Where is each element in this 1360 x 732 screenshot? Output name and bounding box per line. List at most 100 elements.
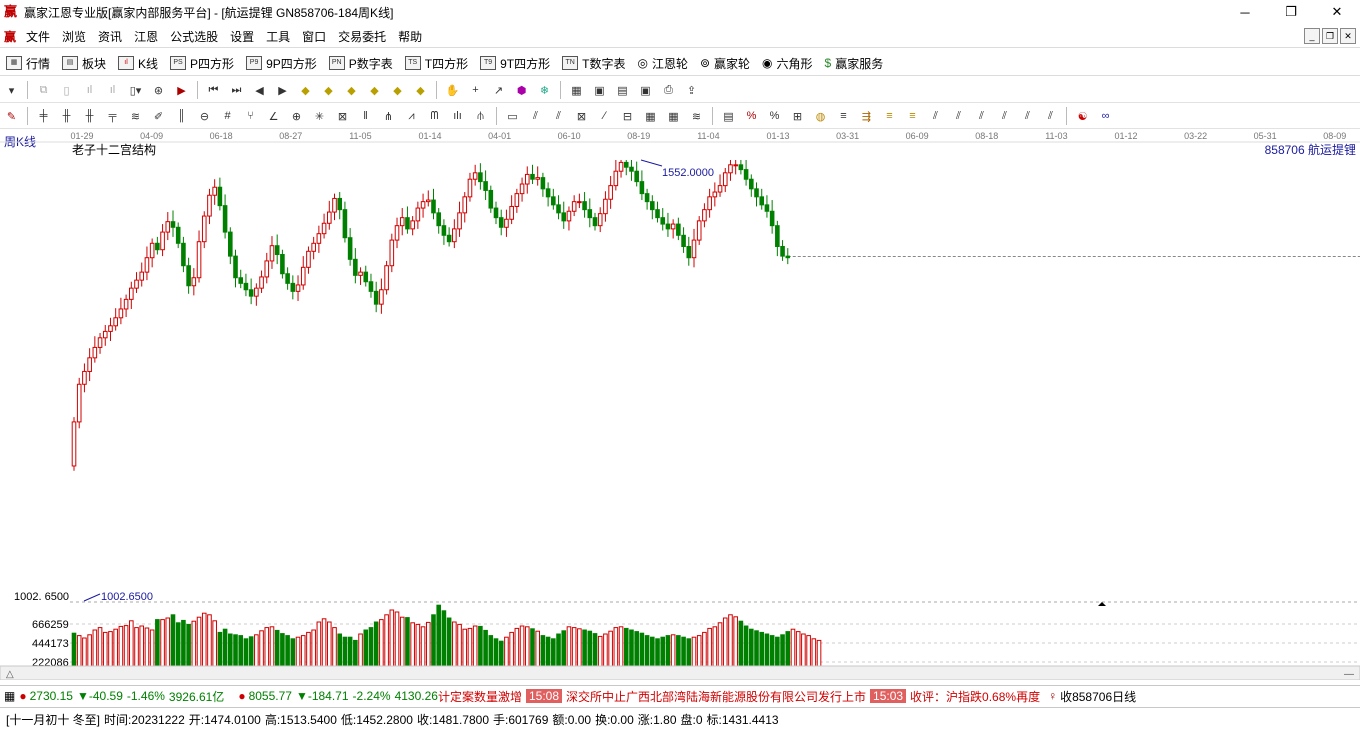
menu-window[interactable]: 窗口: [296, 28, 332, 45]
tb-p-number-button[interactable]: PN P数字表: [323, 55, 399, 72]
diamond6-icon[interactable]: ◆: [412, 82, 430, 98]
mdi-minimize-button[interactable]: _: [1304, 28, 1320, 44]
line-icon[interactable]: ∕: [596, 108, 614, 124]
percent-slash-icon[interactable]: %: [743, 108, 761, 124]
menu-formula-select[interactable]: 公式选股: [164, 28, 224, 45]
tb-quotes-button[interactable]: ▦ 行情: [0, 55, 56, 72]
minimize-button[interactable]: ─: [1222, 0, 1268, 24]
tb-sector-button[interactable]: ▤ 板块: [56, 55, 112, 72]
index-grid-icon[interactable]: ▦: [4, 689, 15, 703]
tb-t-square-button[interactable]: TS T四方形: [399, 55, 474, 72]
slope5-icon[interactable]: ⫽: [1019, 108, 1037, 124]
grid2-icon[interactable]: ╫: [58, 108, 76, 124]
trend-icon[interactable]: ↗: [490, 82, 508, 98]
news-item-2[interactable]: 深交所中止广西北部湾陆海新能源股份有限公司发行上市: [566, 688, 866, 705]
tb-9p-square-button[interactable]: P9 9P四方形: [240, 55, 323, 72]
menu-browse[interactable]: 浏览: [56, 28, 92, 45]
menu-trade[interactable]: 交易委托: [332, 28, 392, 45]
export-icon[interactable]: ⇪: [683, 82, 701, 98]
star-icon[interactable]: ✳: [311, 108, 329, 124]
news-item-1[interactable]: 计定案数量激增: [438, 688, 522, 705]
ratio-icon[interactable]: ⊞: [789, 108, 807, 124]
pattern-icon[interactable]: ❄: [536, 82, 554, 98]
comb-icon[interactable]: ᗰ: [426, 108, 444, 124]
notes-icon[interactable]: ▤: [614, 82, 632, 98]
pen-icon[interactable]: ✎: [3, 108, 21, 124]
infinity-icon[interactable]: ∞: [1097, 108, 1115, 124]
menu-gann[interactable]: 江恩: [128, 28, 164, 45]
brush-icon[interactable]: ✐: [150, 108, 168, 124]
tb-kline-button[interactable]: ıl K线: [112, 55, 164, 72]
tb-hexagon-button[interactable]: ◉ 六角形: [756, 55, 819, 72]
grid3-icon[interactable]: ╫: [81, 108, 99, 124]
box3-icon[interactable]: ⊟: [619, 108, 637, 124]
levels-icon[interactable]: ≡: [835, 108, 853, 124]
box2-icon[interactable]: ⊠: [573, 108, 591, 124]
fan-icon[interactable]: ⩘: [403, 108, 421, 124]
gear-circle-icon[interactable]: ⊕: [288, 108, 306, 124]
slope4-icon[interactable]: ⫽: [996, 108, 1014, 124]
save-icon[interactable]: ▣: [637, 82, 655, 98]
horizontal-scrollbar[interactable]: [0, 665, 1360, 680]
last-icon[interactable]: ⏭: [228, 82, 246, 98]
tb-gann-wheel-button[interactable]: ◎ 江恩轮: [631, 55, 694, 72]
zoom-icon[interactable]: ⊛: [150, 82, 168, 98]
levels2-icon[interactable]: ≡: [881, 108, 899, 124]
fib-icon[interactable]: ⫽: [527, 108, 545, 124]
diamond1-icon[interactable]: ◆: [297, 82, 315, 98]
angle-icon[interactable]: ∠: [265, 108, 283, 124]
flag-icon[interactable]: ▶: [173, 82, 191, 98]
diamond4-icon[interactable]: ◆: [366, 82, 384, 98]
table-icon[interactable]: ▦: [642, 108, 660, 124]
crosshair-icon[interactable]: +: [467, 82, 485, 98]
menu-tools[interactable]: 工具: [260, 28, 296, 45]
arrow-icon[interactable]: ⇶: [858, 108, 876, 124]
tb-9t-square-button[interactable]: T9 9T四方形: [474, 55, 556, 72]
next-icon[interactable]: ▶: [274, 82, 292, 98]
fork-icon[interactable]: ⑂: [242, 108, 260, 124]
diamond3-icon[interactable]: ◆: [343, 82, 361, 98]
percent-icon[interactable]: %: [766, 108, 784, 124]
cursor-icon[interactable]: ▯▾: [127, 82, 145, 98]
tb-winner-wheel-button[interactable]: ⊚ 赢家轮: [694, 55, 756, 72]
bars-icon[interactable]: ılı: [449, 108, 467, 124]
slope-icon[interactable]: ⫽: [927, 108, 945, 124]
chart-bar2-icon[interactable]: ıl: [104, 82, 122, 98]
hand-icon[interactable]: ✋: [444, 82, 462, 98]
grid5-icon[interactable]: ≋: [127, 108, 145, 124]
news-item-3[interactable]: 收评：沪指跌0.68%再度: [910, 688, 1040, 705]
calc-icon[interactable]: ▣: [591, 82, 609, 98]
cube-icon[interactable]: ⬢: [513, 82, 531, 98]
scroll-left-icon[interactable]: △: [6, 669, 14, 680]
link-icon[interactable]: ⧉: [35, 82, 53, 98]
diamond2-icon[interactable]: ◆: [320, 82, 338, 98]
slope3-icon[interactable]: ⫽: [973, 108, 991, 124]
gold-icon[interactable]: ◍: [812, 108, 830, 124]
hash-icon[interactable]: #: [219, 108, 237, 124]
diamond5-icon[interactable]: ◆: [389, 82, 407, 98]
fanlines-icon[interactable]: ≋: [688, 108, 706, 124]
yinyang-icon[interactable]: ☯: [1074, 108, 1092, 124]
menu-settings[interactable]: 设置: [224, 28, 260, 45]
grid1-icon[interactable]: ╪: [35, 108, 53, 124]
scroll-right-icon[interactable]: —: [1344, 669, 1354, 680]
vert-icon[interactable]: ‖: [357, 108, 375, 124]
first-icon[interactable]: ⏮: [205, 82, 223, 98]
menu-file[interactable]: 文件: [20, 28, 56, 45]
bookmark-icon[interactable]: ▾: [3, 82, 21, 98]
lines-icon[interactable]: ║: [173, 108, 191, 124]
levels3-icon[interactable]: ≡: [904, 108, 922, 124]
menu-info[interactable]: 资讯: [92, 28, 128, 45]
wave-icon[interactable]: ⫛: [472, 108, 490, 124]
rect-icon[interactable]: ▭: [504, 108, 522, 124]
mdi-restore-button[interactable]: ❐: [1322, 28, 1338, 44]
box-icon[interactable]: ⊠: [334, 108, 352, 124]
circle-icon[interactable]: ⊖: [196, 108, 214, 124]
list-icon[interactable]: ▤: [720, 108, 738, 124]
kline-chart[interactable]: 周K线 01-29 04-09 06-18 08-27 11-05 01-14 04-01 0…: [0, 128, 1360, 680]
page-icon[interactable]: ▯: [58, 82, 76, 98]
mdi-close-button[interactable]: ✕: [1340, 28, 1356, 44]
maximize-button[interactable]: ❐: [1268, 0, 1314, 24]
fib2-icon[interactable]: ⫽: [550, 108, 568, 124]
tb-p-square-button[interactable]: PS P四方形: [164, 55, 240, 72]
